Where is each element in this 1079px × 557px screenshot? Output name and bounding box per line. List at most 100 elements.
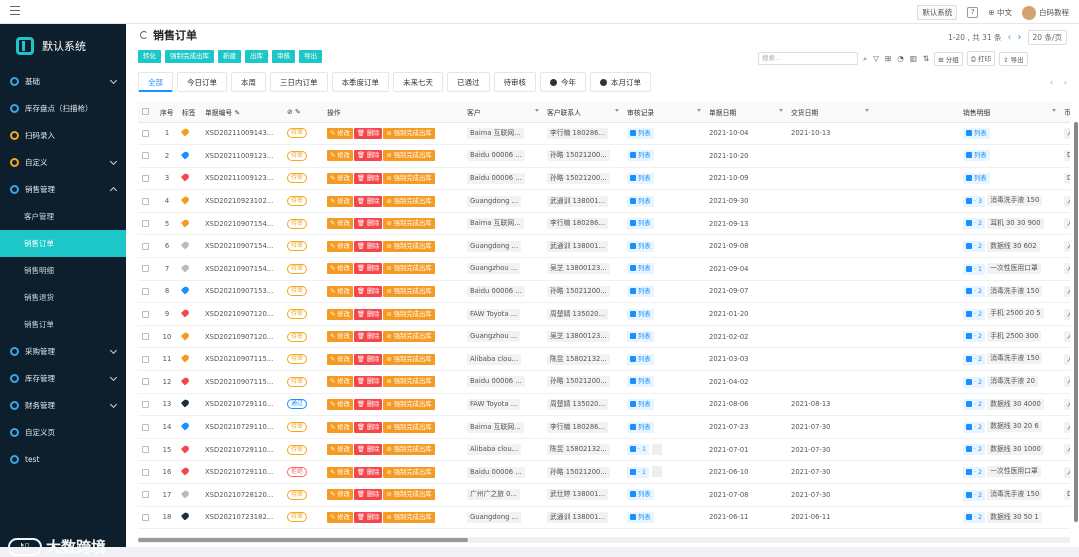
tab-6[interactable]: 已通过 [447, 72, 490, 92]
action-button-5[interactable]: 导出 [299, 50, 322, 63]
order-code[interactable]: XSD20211009143... [201, 122, 283, 146]
order-code[interactable]: XSD20210907120... [201, 325, 283, 349]
audit-link[interactable]: 列表 [627, 489, 654, 501]
detail-count[interactable]: · 2 [963, 444, 986, 456]
row-checkbox[interactable] [142, 197, 149, 205]
table-row[interactable]: 3 XSD20211009123... 待审 ✎ 修改 🗑 删除 ⊘ 强制完成出库 … [138, 167, 1070, 191]
tab-8[interactable]: 今年 [540, 72, 586, 92]
force-complete-button[interactable]: ⊘ 强制完成出库 [383, 353, 435, 365]
tag-icon[interactable] [180, 263, 191, 273]
tag-icon[interactable] [180, 308, 191, 318]
table-row[interactable]: 14 XSD20210729110... 待审 ✎ 修改 🗑 删除 ⊘ 强制完成出库… [138, 415, 1070, 439]
row-tag[interactable] [178, 415, 201, 439]
row-tag[interactable] [178, 280, 201, 304]
row-tag[interactable] [178, 460, 201, 484]
chevron-down-icon[interactable] [109, 157, 118, 166]
tag-icon[interactable] [180, 172, 191, 183]
order-code[interactable]: XSD20210907120... [201, 302, 283, 326]
delete-button[interactable]: 🗑 删除 [353, 263, 383, 275]
currency-cell[interactable] [1060, 506, 1070, 530]
order-code[interactable]: XSD20210728120... [201, 483, 283, 507]
edit-button[interactable]: ✎ 修改 [327, 240, 353, 252]
table-row[interactable]: 4 XSD20210923102... 待审 ✎ 修改 🗑 删除 ⊘ 强制完成出库 … [138, 189, 1070, 213]
print-button[interactable]: ⎙ 打印 [966, 51, 996, 66]
force-complete-button[interactable]: ⊘ 强制完成出库 [383, 466, 435, 478]
delete-button[interactable]: 🗑 删除 [353, 195, 383, 207]
row-select[interactable] [138, 438, 156, 462]
tab-7[interactable]: 待审核 [493, 72, 536, 92]
audit-link[interactable]: 列表 [627, 285, 654, 297]
force-complete-button[interactable]: ⊘ 强制完成出库 [383, 195, 435, 207]
sidebar-item-6[interactable]: 销售订单 [0, 230, 126, 257]
col-header-code[interactable]: 单据编号 ✎ [201, 102, 283, 123]
table-row[interactable]: 12 XSD20210907115... 待审 ✎ 修改 🗑 删除 ⊘ 强制完成出库… [138, 370, 1070, 394]
customer-cell[interactable]: Guangzhou ... [463, 257, 543, 281]
row-select[interactable] [138, 460, 156, 484]
force-complete-button[interactable]: ⊘ 强制完成出库 [383, 511, 435, 523]
force-complete-button[interactable]: ⊘ 强制完成出库 [383, 376, 435, 388]
tag-icon[interactable] [180, 376, 191, 386]
sidebar-item-8[interactable]: 销售退货 [0, 284, 126, 311]
chevron-up-icon[interactable] [109, 186, 118, 195]
force-complete-button[interactable]: ⊘ 强制完成出库 [383, 150, 435, 162]
row-tag[interactable] [178, 347, 201, 372]
col-header-operation[interactable]: 操作 [323, 102, 463, 123]
currency-cell[interactable]: 人民币(RMB) [1060, 302, 1070, 326]
audit-link[interactable]: 列表 [627, 218, 654, 230]
currency-cell[interactable]: 人民币(RMB) [1060, 325, 1070, 349]
edit-button[interactable]: ✎ 修改 [327, 218, 353, 230]
audit-link[interactable]: 列表 [627, 376, 654, 388]
row-select[interactable] [138, 393, 156, 417]
detail-link[interactable]: 列表 [963, 172, 990, 184]
col-header-currency[interactable]: 币种 [1060, 102, 1070, 123]
row-tag[interactable] [178, 483, 201, 507]
help-icon[interactable]: ? [967, 7, 979, 18]
table-row[interactable]: 1 XSD20211009143... 待审 ✎ 修改 🗑 删除 ⊘ 强制完成出库 … [138, 122, 1070, 146]
row-tag[interactable] [178, 302, 201, 326]
force-complete-button[interactable]: ⊘ 强制完成出库 [383, 489, 435, 501]
edit-button[interactable]: ✎ 修改 [327, 444, 353, 456]
row-checkbox[interactable] [142, 400, 149, 408]
row-select[interactable] [138, 122, 156, 146]
delete-button[interactable]: 🗑 删除 [353, 127, 383, 139]
chevron-down-icon[interactable] [109, 400, 118, 409]
chart-icon[interactable]: ◔ [896, 54, 905, 63]
edit-button[interactable]: ✎ 修改 [327, 421, 353, 433]
delete-button[interactable]: 🗑 删除 [353, 398, 383, 410]
order-code[interactable]: XSD20210907154... [201, 212, 283, 236]
row-select[interactable] [138, 302, 156, 326]
row-select[interactable] [138, 234, 156, 259]
col-header-detail[interactable]: 销售明细 [959, 102, 1060, 123]
row-checkbox[interactable] [142, 333, 149, 341]
tag-icon[interactable] [180, 218, 191, 228]
contact-cell[interactable]: 孙略 15021200... [543, 167, 623, 191]
row-tag[interactable] [178, 325, 201, 349]
detail-link[interactable]: 列表 [963, 150, 990, 162]
edit-button[interactable]: ✎ 修改 [327, 263, 353, 275]
edit-button[interactable]: ✎ 修改 [327, 308, 353, 320]
row-checkbox[interactable] [142, 491, 149, 499]
row-checkbox[interactable] [142, 287, 149, 295]
order-code[interactable]: XSD20210907154... [201, 257, 283, 281]
audit-link[interactable]: 列表 [627, 150, 654, 162]
sidebar-item-13[interactable]: 自定义页 [0, 419, 126, 446]
sidebar-item-9[interactable]: 销售订单 [0, 311, 126, 338]
tag-icon[interactable] [180, 240, 191, 250]
customer-cell[interactable]: Baidu 00006 ... [463, 370, 543, 394]
table-row[interactable]: 10 XSD20210907120... 待审 ✎ 修改 🗑 删除 ⊘ 强制完成出库… [138, 325, 1070, 349]
row-tag[interactable] [178, 167, 201, 191]
order-code[interactable]: XSD20210729110... [201, 415, 283, 439]
tab-1[interactable]: 今日订单 [177, 72, 227, 92]
row-tag[interactable] [178, 122, 201, 146]
refresh-icon[interactable] [140, 31, 148, 39]
detail-count[interactable]: · 2 [963, 376, 986, 388]
force-complete-button[interactable]: ⊘ 强制完成出库 [383, 398, 435, 410]
order-code[interactable]: XSD20211009123... [201, 167, 283, 191]
audit-link[interactable]: 列表 [627, 331, 654, 343]
delete-button[interactable]: 🗑 删除 [353, 489, 383, 501]
contact-cell[interactable]: 李行楠 180286... [543, 212, 623, 236]
tag-icon[interactable] [180, 353, 191, 363]
currency-cell[interactable]: 人民币(RMB) [1060, 189, 1070, 213]
delete-button[interactable]: 🗑 删除 [353, 285, 383, 297]
row-tag[interactable] [178, 189, 201, 213]
